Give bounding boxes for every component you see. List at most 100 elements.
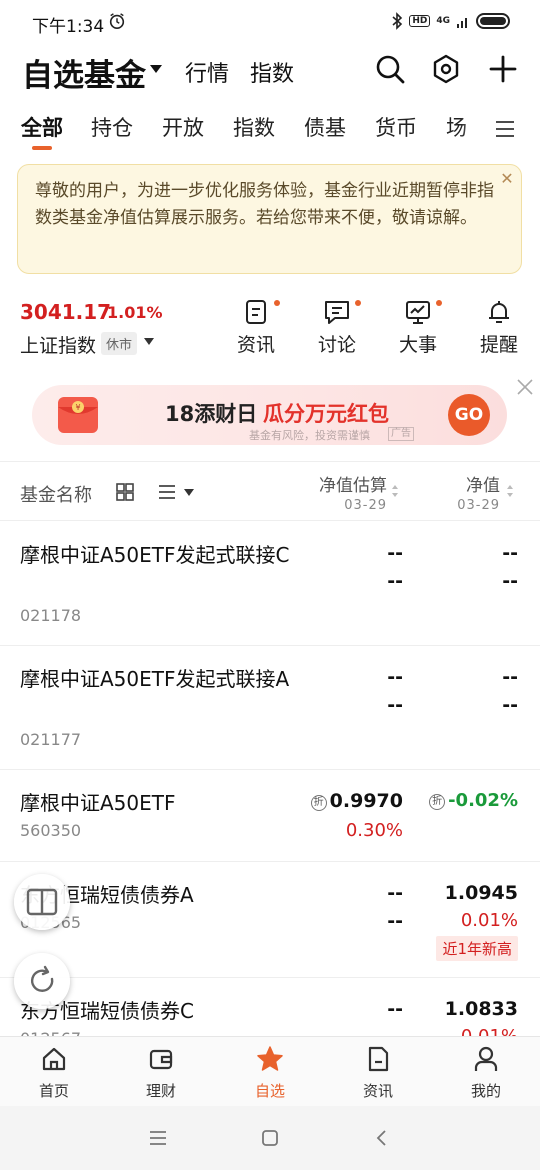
col-nav[interactable]: 净值 03-29 [457,471,500,513]
floating-layout-button[interactable] [14,874,70,930]
quick-action-discuss[interactable]: 讨论 [307,298,367,357]
document-icon [368,1046,389,1072]
fund-row[interactable]: 摩根中证A50ETF发起式联接C 021178 -- -- -- -- [0,522,540,646]
promo-banner[interactable]: ¥ 18添财日 瓜分万元红包 基金有风险，投资需谨慎 广告 GO [32,385,507,445]
wallet-icon [149,1049,173,1070]
quick-action-events[interactable]: 大事 [388,298,448,357]
banner-close-icon[interactable] [515,377,535,397]
red-envelope-icon: ¥ [58,397,98,433]
discount-icon: 折 [429,794,446,810]
fund-nav-change: -- [502,694,518,716]
tab-open[interactable]: 开放 [162,112,204,142]
floating-refresh-button[interactable] [14,953,70,1009]
fund-nav-value: -0.02% [448,790,518,811]
fund-estimate: -- [387,666,403,688]
bottom-nav-label: 资讯 [362,1082,393,1100]
bottom-nav-wealth[interactable]: 理财 [131,1045,191,1101]
bottom-nav-me[interactable]: 我的 [456,1045,516,1101]
active-tab-indicator [32,146,52,150]
tabs-menu-icon[interactable] [494,118,516,140]
col-estimate[interactable]: 净值估算 03-29 [319,471,387,513]
menu-icon[interactable] [148,1128,168,1148]
bottom-nav-watchlist[interactable]: 自选 [240,1045,300,1101]
list-view-dropdown-icon[interactable] [184,489,194,496]
banner-text: 18添财日 [165,402,258,426]
col-estimate-date: 03-29 [344,498,387,513]
notice-banner: 尊敬的用户，为进一步优化服务体验，基金行业近期暂停非指数类基金净值估算展示服务。… [17,164,522,274]
quick-action-label: 大事 [398,334,437,356]
hd-badge: HD [409,15,431,27]
tab-holding[interactable]: 持仓 [91,112,133,142]
title-dropdown-icon[interactable] [150,65,162,73]
page-title[interactable]: 自选基金 [22,50,146,95]
new-high-badge: 近1年新高 [436,936,518,961]
battery-icon [476,13,510,29]
notice-close-icon[interactable]: ✕ [497,169,517,189]
bottom-nav-home[interactable]: 首页 [24,1045,84,1101]
signal-icon [457,18,467,28]
col-estimate-label: 净值估算 [319,476,387,496]
fund-row[interactable]: 摩根中证A50ETF发起式联接A 021177 -- -- -- -- [0,646,540,770]
star-icon [257,1046,283,1071]
home-square-icon[interactable] [260,1128,280,1148]
tab-money[interactable]: 货币 [375,112,417,142]
news-icon [246,300,266,324]
fund-row[interactable]: 东方恒瑞短债债券A 012565 -- -- 1.0945 0.01% 近1年新… [0,862,540,978]
add-icon[interactable] [488,54,518,84]
bottom-nav-label: 自选 [254,1082,285,1100]
fund-name: 摩根中证A50ETF发起式联接C [20,543,290,567]
bell-icon [489,301,509,323]
quick-action-label: 提醒 [479,334,518,356]
fund-estimate-value: 0.9970 [329,790,403,812]
banner-go-button[interactable]: GO [448,394,490,436]
fund-nav-change: -- [502,570,518,592]
banner-disclaimer: 基金有风险，投资需谨慎 [249,429,370,442]
notice-text: 尊敬的用户，为进一步优化服务体验，基金行业近期暂停非指数类基金净值估算展示服务。… [35,181,494,228]
signal-label: 4G [436,16,450,26]
tab-bond[interactable]: 债基 [304,112,346,142]
search-icon[interactable] [375,54,405,84]
app-header: 自选基金 行情 指数 [0,46,540,95]
settings-hexagon-icon[interactable] [431,54,461,84]
split-view-icon [26,888,58,916]
alarm-icon [109,13,125,30]
index-dropdown-icon[interactable] [144,338,154,345]
banner-highlight: 瓜分万元红包 [263,402,389,426]
index-name[interactable]: 上证指数 [20,331,96,358]
sort-icon[interactable] [506,484,514,498]
tab-all[interactable]: 全部 [21,112,63,142]
fund-estimate-change: -- [387,570,403,592]
quick-action-news[interactable]: 资讯 [226,298,286,357]
home-icon [42,1047,66,1071]
tab-index[interactable]: 指数 [233,112,275,142]
news-dot [274,300,280,306]
status-time: 下午1:34 [32,17,105,37]
col-nav-date: 03-29 [457,498,500,513]
list-header: 基金名称 净值估算 03-29 净值 03-29 [0,461,540,521]
fund-name-header: 基金名称 [20,485,92,506]
quick-action-label: 资讯 [236,334,275,356]
fund-estimate-change: 0.30% [345,820,403,841]
fund-nav: -- [502,666,518,688]
nav-market[interactable]: 行情 [185,56,229,88]
quick-action-label: 讨论 [317,334,356,356]
quick-action-alert[interactable]: 提醒 [469,298,529,357]
fund-nav: 1.0833 [444,998,518,1020]
market-status-badge: 休市 [101,332,138,355]
list-view-icon[interactable] [157,482,177,502]
ad-tag: 广告 [388,427,414,441]
events-dot [436,300,442,306]
discuss-dot [355,300,361,306]
sort-icon[interactable] [391,484,399,498]
fund-row[interactable]: 摩根中证A50ETF 560350 折 0.9970 0.30% 折 -0.02% [0,770,540,862]
index-change: 1.01% [107,303,163,322]
fund-estimate: -- [387,542,403,564]
bottom-nav-news[interactable]: 资讯 [348,1045,408,1101]
status-bar: 下午1:34 HD 4G [0,0,540,44]
category-tabs: 全部 持仓 开放 指数 债基 货币 场 [0,108,540,152]
index-value[interactable]: 3041.17 [20,300,111,324]
nav-index[interactable]: 指数 [250,56,294,88]
grid-view-icon[interactable] [115,482,135,502]
back-icon[interactable] [372,1128,392,1148]
col-nav-label: 净值 [466,476,500,496]
